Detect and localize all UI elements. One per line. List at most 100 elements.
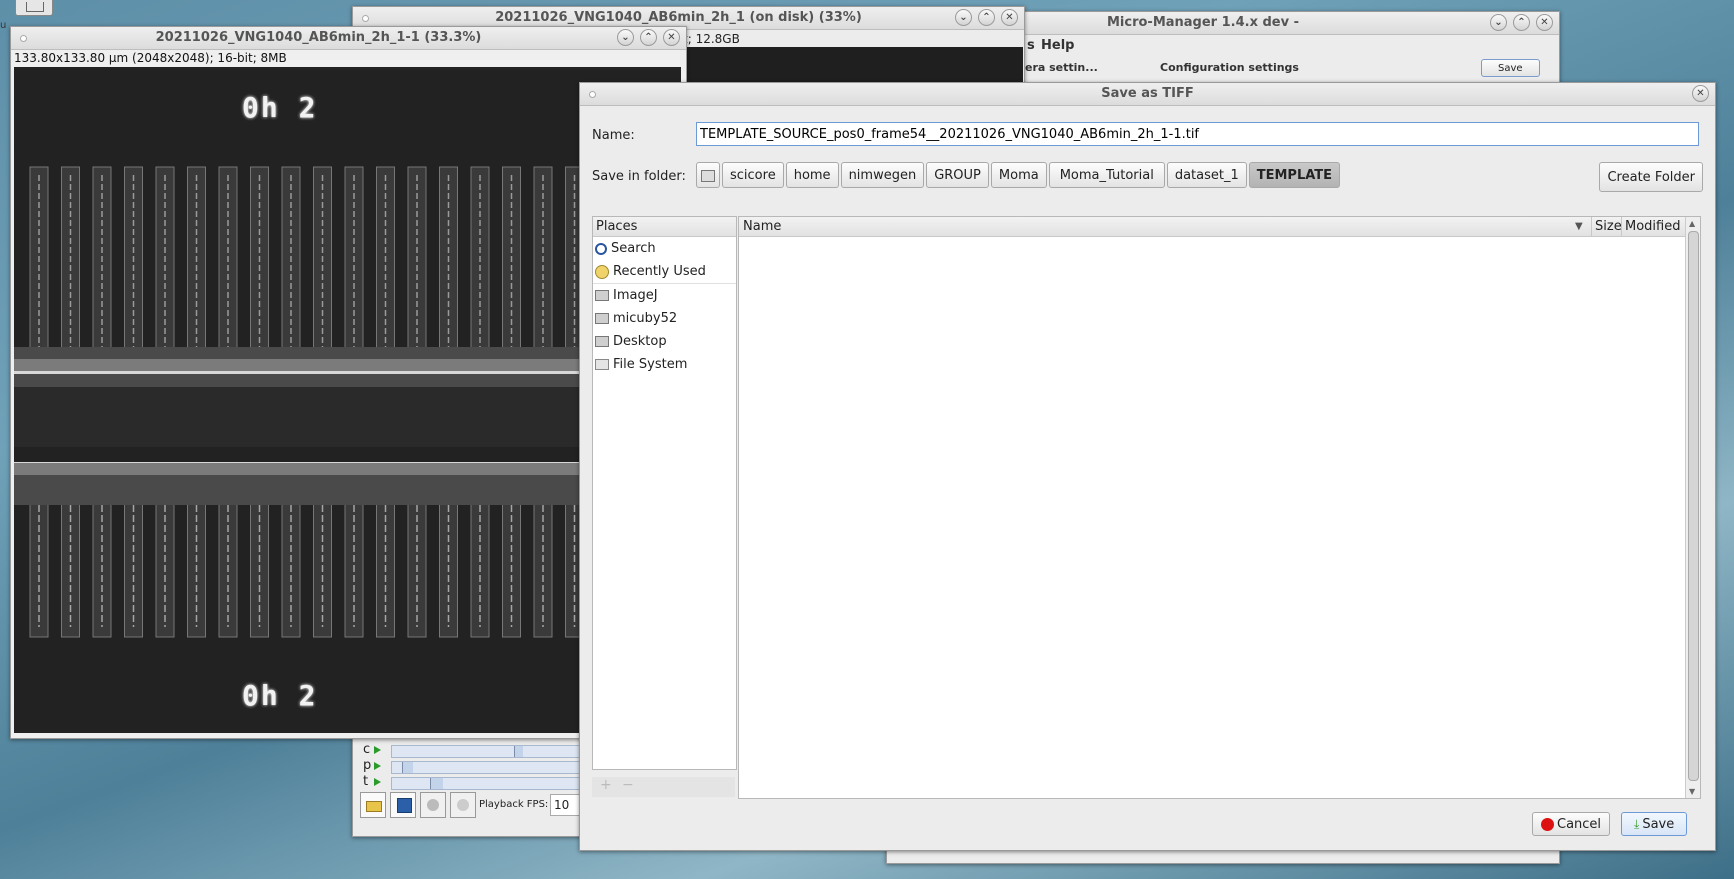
path-segment[interactable]: scicore: [722, 162, 784, 188]
camera-settings-label: era settin...: [1025, 61, 1098, 74]
place-label: File System: [613, 357, 688, 372]
window-menu-icon[interactable]: [589, 91, 596, 98]
minimize-icon[interactable]: ⌄: [955, 9, 972, 26]
save-label: Save: [1642, 817, 1675, 832]
sort-desc-icon[interactable]: ▼: [1575, 217, 1583, 236]
folder-icon: [366, 801, 382, 812]
stop-icon: [427, 799, 439, 811]
close-icon[interactable]: ✕: [1001, 9, 1018, 26]
cancel-button[interactable]: Cancel: [1532, 812, 1611, 836]
menu-help[interactable]: Help: [1041, 35, 1074, 57]
file-list-header: Name ▼ Size Modified: [739, 217, 1700, 237]
slider-label-p: p: [363, 758, 372, 773]
maximize-icon[interactable]: ⌃: [978, 9, 995, 26]
slider-label-c: c: [363, 742, 371, 757]
micromanager-title: Micro-Manager 1.4.x dev -: [1106, 15, 1300, 30]
play-icon[interactable]: [374, 746, 381, 754]
save-file-button[interactable]: [390, 792, 416, 818]
window-menu-icon[interactable]: [362, 15, 369, 22]
slider-thumb-p[interactable]: [402, 762, 413, 773]
slider-thumb-t[interactable]: [430, 778, 443, 789]
minimize-icon[interactable]: ⌄: [1490, 14, 1507, 31]
filename-input[interactable]: [696, 122, 1699, 146]
drive-icon: [595, 359, 609, 370]
remove-place-button[interactable]: −: [622, 777, 634, 793]
name-label: Name:: [592, 128, 635, 143]
close-icon[interactable]: ✕: [663, 29, 680, 46]
place-item-recently-used[interactable]: Recently Used: [593, 260, 736, 284]
scroll-down-icon[interactable]: ▼: [1689, 787, 1695, 796]
pause-button[interactable]: [450, 792, 476, 818]
config-save-button[interactable]: Save: [1481, 59, 1540, 77]
drive-icon: [701, 169, 715, 182]
disk-viewer-image[interactable]: [683, 47, 1023, 87]
cancel-icon: [1541, 818, 1554, 831]
place-label: ImageJ: [613, 288, 658, 303]
path-segment-current[interactable]: TEMPLATE: [1248, 162, 1341, 188]
maximize-icon[interactable]: ⌃: [1513, 14, 1530, 31]
open-folder-button[interactable]: [360, 792, 386, 818]
add-place-button[interactable]: +: [600, 777, 612, 793]
slider-thumb-c[interactable]: [514, 746, 523, 757]
playback-fps-label: Playback FPS:: [479, 799, 549, 810]
scrollbar[interactable]: ▲ ▼: [1685, 217, 1700, 798]
column-name-header[interactable]: Name: [743, 217, 781, 236]
path-segment[interactable]: home: [785, 162, 839, 188]
disk-viewer-info: t; 12.8GB: [683, 32, 740, 46]
disk-viewer-overlay-svg: [683, 47, 1023, 87]
scroll-thumb[interactable]: [1688, 231, 1699, 781]
file-list[interactable]: Name ▼ Size Modified ▲ ▼: [738, 216, 1701, 799]
minimize-icon[interactable]: ⌄: [617, 29, 634, 46]
folder-icon: [26, 2, 44, 12]
close-icon[interactable]: ✕: [1536, 14, 1553, 31]
place-item-home[interactable]: micuby52: [593, 307, 736, 330]
save-button[interactable]: ⤓ Save: [1621, 812, 1688, 836]
search-icon: [595, 242, 607, 255]
menu-partial[interactable]: s: [1027, 35, 1035, 57]
path-root-button[interactable]: [696, 162, 720, 188]
save-icon: ⤓: [1634, 817, 1640, 831]
pause-icon: [457, 799, 469, 811]
home-folder-icon: [595, 313, 609, 324]
desktop-icon[interactable]: [15, 0, 53, 16]
place-label: Recently Used: [613, 264, 706, 279]
column-size-header[interactable]: Size: [1591, 217, 1622, 236]
maximize-icon[interactable]: ⌃: [640, 29, 657, 46]
slider-label-t: t: [363, 774, 369, 789]
place-label: Search: [611, 241, 656, 256]
places-header: Places: [593, 217, 736, 237]
folder-label: Save in folder:: [592, 169, 686, 184]
desktop-folder-icon: [595, 336, 609, 347]
close-icon[interactable]: ✕: [1692, 85, 1709, 102]
disk-viewer-title: 20211026_VNG1040_AB6min_2h_1 (on disk) (…: [495, 10, 862, 25]
path-segment[interactable]: Moma: [990, 162, 1047, 188]
window-menu-icon[interactable]: [20, 35, 27, 42]
path-segment[interactable]: Moma_Tutorial: [1048, 162, 1165, 188]
column-modified-header[interactable]: Modified: [1621, 217, 1680, 236]
place-label: micuby52: [613, 311, 678, 326]
desktop-fragment: u: [0, 20, 7, 31]
timestamp-overlay-bottom: 0h 2: [242, 679, 318, 712]
create-folder-button[interactable]: Create Folder: [1599, 162, 1703, 192]
path-segment[interactable]: GROUP: [926, 162, 989, 188]
folder-icon: [595, 290, 609, 301]
image-window-titlebar: 20211026_VNG1040_AB6min_2h_1-1 (33.3%) ⌄…: [11, 27, 686, 50]
place-item-filesystem[interactable]: File System: [593, 353, 736, 376]
scroll-up-icon[interactable]: ▲: [1689, 219, 1695, 228]
floppy-icon: [397, 798, 412, 813]
places-panel: Places Search Recently Used ImageJ micub…: [592, 216, 737, 770]
play-icon[interactable]: [374, 762, 381, 770]
place-item-desktop[interactable]: Desktop: [593, 330, 736, 353]
place-item-search[interactable]: Search: [593, 237, 736, 260]
place-item-imagej[interactable]: ImageJ: [593, 284, 736, 307]
play-icon[interactable]: [374, 778, 381, 786]
path-segment[interactable]: dataset_1: [1166, 162, 1247, 188]
path-bar: scicore home nimwegen GROUP Moma Moma_Tu…: [696, 162, 1341, 188]
save-dialog-title: Save as TIFF: [1101, 86, 1194, 101]
image-window-title: 20211026_VNG1040_AB6min_2h_1-1 (33.3%): [155, 30, 482, 45]
path-segment[interactable]: nimwegen: [840, 162, 925, 188]
clock-icon: [595, 264, 609, 279]
save-dialog-titlebar: Save as TIFF ✕: [580, 83, 1715, 106]
stop-button[interactable]: [420, 792, 446, 818]
config-settings-label: Configuration settings: [1160, 61, 1299, 74]
